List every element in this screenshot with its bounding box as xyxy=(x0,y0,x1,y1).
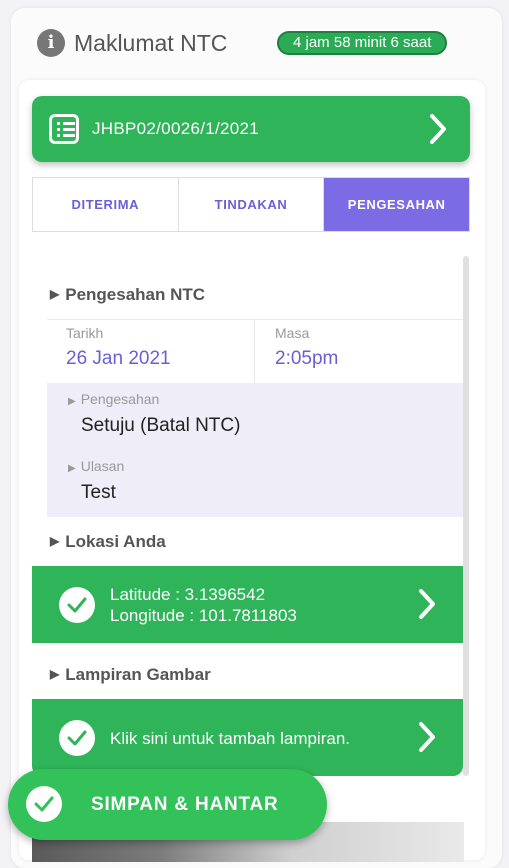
scrollbar[interactable] xyxy=(463,256,469,776)
section-lokasi-anda: ▶ Lokasi Anda xyxy=(50,532,166,552)
tab-tindakan[interactable]: TINDAKAN xyxy=(179,178,325,231)
save-submit-button[interactable]: SIMPAN & HANTAR xyxy=(8,769,327,840)
triangle-right-icon: ▶ xyxy=(50,534,60,548)
triangle-right-icon: ▶ xyxy=(50,287,60,301)
triangle-right-icon: ▶ xyxy=(68,463,76,474)
confirmation-label: ▶ Pengesahan xyxy=(68,391,160,407)
latitude-text: Latitude : 3.1396542 xyxy=(110,585,266,604)
chevron-right-icon xyxy=(430,114,446,144)
section-title: Lampiran Gambar xyxy=(65,665,211,684)
section-pengesahan-ntc: ▶ Pengesahan NTC xyxy=(50,285,205,305)
time-value: 2:05pm xyxy=(275,348,339,369)
page-title: Maklumat NTC xyxy=(74,30,228,56)
section-lampiran-gambar: ▶ Lampiran Gambar xyxy=(50,665,211,685)
check-circle-icon xyxy=(59,587,95,623)
chevron-right-icon xyxy=(419,722,435,752)
triangle-right-icon: ▶ xyxy=(68,396,76,407)
time-label: Masa xyxy=(275,325,310,341)
page-header: i Maklumat NTC 4 jam 58 minit 6 saat xyxy=(37,28,477,58)
list-icon xyxy=(49,114,79,144)
timer-badge: 4 jam 58 minit 6 saat xyxy=(277,31,448,55)
confirmation-value: Setuju (Batal NTC) xyxy=(81,415,241,436)
reference-button[interactable]: JHBP02/0026/1/2021 xyxy=(32,96,470,162)
reference-number: JHBP02/0026/1/2021 xyxy=(92,119,260,138)
location-button[interactable]: Latitude : 3.1396542 Longitude : 101.781… xyxy=(32,566,463,643)
section-title: Lokasi Anda xyxy=(65,532,166,551)
date-label: Tarikh xyxy=(66,325,104,341)
chevron-right-icon xyxy=(419,589,435,619)
divider xyxy=(254,320,255,383)
check-circle-icon xyxy=(59,720,95,756)
date-value: 26 Jan 2021 xyxy=(66,348,171,369)
longitude-text: Longitude : 101.7811803 xyxy=(110,606,297,625)
add-attachment-button[interactable]: Klik sini untuk tambah lampiran. xyxy=(32,699,463,776)
tab-bar: DITERIMA TINDAKAN PENGESAHAN xyxy=(32,177,470,232)
save-label: SIMPAN & HANTAR xyxy=(91,794,279,815)
tab-diterima[interactable]: DITERIMA xyxy=(33,178,179,231)
triangle-right-icon: ▶ xyxy=(50,667,60,681)
remarks-label: ▶ Ulasan xyxy=(68,458,125,474)
info-icon: i xyxy=(37,29,65,57)
attachment-text: Klik sini untuk tambah lampiran. xyxy=(110,729,351,748)
remarks-value: Test xyxy=(81,482,116,503)
tab-pengesahan[interactable]: PENGESAHAN xyxy=(324,178,470,231)
check-circle-icon xyxy=(26,786,62,822)
section-title: Pengesahan NTC xyxy=(65,285,206,304)
divider xyxy=(47,319,463,320)
